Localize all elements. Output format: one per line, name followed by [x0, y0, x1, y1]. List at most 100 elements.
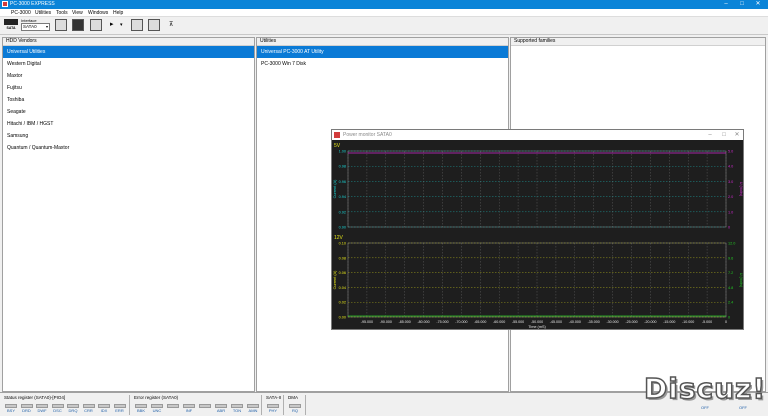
flag-label: ABR — [216, 408, 226, 413]
register-flag: RQ — [288, 404, 302, 414]
menu-tools[interactable]: Tools — [56, 10, 68, 16]
flag-label: INF — [185, 408, 193, 413]
y-tick-label: 0.04 — [339, 286, 346, 290]
x-tick-label: -25.000 — [625, 320, 637, 324]
vendor-item[interactable]: Seagate — [3, 106, 254, 118]
x-tick-label: -80.000 — [417, 320, 429, 324]
register-flag: INF — [182, 404, 196, 414]
x-tick-label: -30.000 — [606, 320, 618, 324]
power-12v-status: OFF — [736, 405, 750, 415]
menu-pc3000[interactable]: PC-3000 — [11, 10, 31, 16]
flag-label: DRD — [22, 408, 31, 413]
register-flag — [166, 404, 180, 408]
menu-bar: PC-3000 Utilities Tools View Windows Hel… — [0, 9, 768, 17]
flag-label: DRQ — [68, 408, 78, 413]
vendor-item[interactable]: Western Digital — [3, 58, 254, 70]
vendor-item[interactable]: Universal Utilities — [3, 46, 254, 58]
minimize-button[interactable]: – — [720, 0, 732, 9]
drive-icon[interactable] — [72, 19, 84, 31]
utilities-header: Utilities — [257, 38, 508, 46]
register-flag: DWF — [35, 404, 49, 414]
minimize-button[interactable]: – — [704, 131, 716, 139]
register-flag: DRD — [20, 404, 34, 414]
window-title: PC-3000 EXPRESS — [10, 1, 55, 7]
play-icon[interactable]: ▸ — [110, 21, 114, 29]
y2-tick-label: 2.0 — [728, 195, 733, 199]
flag-label: DSC — [53, 408, 62, 413]
interface-selector: Interface SATA0 ▾ — [21, 18, 51, 33]
x-tick-label: -15.000 — [663, 320, 675, 324]
menu-help[interactable]: Help — [113, 10, 123, 16]
power-monitor-title: Power monitor SATA0 — [343, 132, 392, 138]
close-button[interactable]: ✕ — [752, 0, 764, 9]
power-12v-value: OFF — [739, 405, 747, 410]
menu-utilities[interactable]: Utilities — [35, 10, 51, 16]
y2-axis-label: U (Volts) — [739, 182, 743, 197]
title-bar: PC-3000 EXPRESS – □ ✕ — [0, 0, 768, 9]
vendor-item[interactable]: Toshiba — [3, 94, 254, 106]
register-flag: PHY — [266, 404, 280, 414]
y2-tick-label: 0 — [728, 316, 730, 320]
power-5v-value: OFF — [701, 405, 709, 410]
menu-windows[interactable]: Windows — [88, 10, 108, 16]
flag-label: AMN — [248, 408, 258, 413]
y-tick-label: 0.08 — [339, 256, 346, 260]
y2-tick-label: 7.2 — [728, 271, 733, 275]
register-flag — [198, 404, 212, 408]
y-tick-label: 0.00 — [339, 316, 346, 320]
vendors-pane: HDD Vendors Universal Utilities Western … — [2, 37, 255, 392]
y-tick-label: 1.00 — [339, 150, 346, 154]
network-icon[interactable] — [55, 19, 67, 31]
dropdown-arrow-icon[interactable]: ▾ — [120, 21, 123, 29]
status-register-title: Status register (SATA0)-[PIO4] — [4, 395, 66, 400]
maximize-button[interactable]: □ — [718, 131, 730, 139]
register-flag: BBK — [134, 404, 148, 414]
families-header: Supported families — [511, 38, 765, 46]
y-axis-label: Current (A) — [333, 179, 337, 199]
error-register-group: Error register (SATA0) BBK UNC INF ABR TON AM… — [132, 395, 262, 415]
collapse-icon[interactable]: ⊼ — [169, 21, 173, 29]
sata-port-button[interactable]: SATA — [3, 19, 19, 32]
close-button[interactable]: ✕ — [731, 131, 743, 139]
vendor-item[interactable]: Samsung — [3, 130, 254, 142]
vendor-item[interactable]: Hitachi / IBM / HGST — [3, 118, 254, 130]
register-flag: AMN — [246, 404, 260, 414]
register-flag: ERR — [113, 404, 127, 414]
utility-item[interactable]: Universal PC-3000 AT Utility — [257, 46, 508, 58]
register-flag: UNC — [150, 404, 164, 414]
y2-tick-label: 3.0 — [728, 180, 733, 184]
vendor-item[interactable]: Maxtor — [3, 70, 254, 82]
interface-value: SATA0 — [23, 24, 37, 29]
menu-view[interactable]: View — [72, 10, 83, 16]
flag-label: IDX — [100, 408, 108, 413]
sata-port-label: SATA — [6, 26, 16, 30]
app-window: PC-3000 EXPRESS – □ ✕ PC-3000 Utilities … — [0, 0, 768, 416]
flag-label: UNC — [152, 408, 162, 413]
vendor-item[interactable]: Fujitsu — [3, 82, 254, 94]
power-monitor-titlebar: Power monitor SATA0 – □ ✕ — [332, 130, 743, 140]
x-tick-label: -60.000 — [493, 320, 505, 324]
maximize-button[interactable]: □ — [736, 0, 748, 9]
interface-dropdown[interactable]: SATA0 ▾ — [21, 23, 50, 31]
utility-item[interactable]: PC-3000 Win 7 Disk — [257, 58, 508, 70]
x-tick-label: -75.000 — [436, 320, 448, 324]
x-tick-label: -35.000 — [588, 320, 600, 324]
register-flag: DRQ — [66, 404, 80, 414]
chart-title: 5V — [334, 143, 341, 149]
y-axis-label: Current (A) — [333, 270, 337, 290]
x-tick-label: -70.000 — [455, 320, 467, 324]
x-axis-label: Time (mS) — [528, 325, 546, 329]
window-layout-icon[interactable] — [131, 19, 143, 31]
tile-windows-icon[interactable] — [148, 19, 160, 31]
x-tick-label: -45.000 — [550, 320, 562, 324]
sata-status-title: SATA-II — [266, 395, 282, 400]
sata-data-icon[interactable] — [90, 19, 102, 31]
vendors-header: HDD Vendors — [3, 38, 254, 46]
x-tick-label: -55.000 — [512, 320, 524, 324]
chevron-down-icon: ▾ — [45, 24, 48, 29]
chart-title: 12V — [334, 235, 344, 241]
flag-label: DWF — [37, 408, 47, 413]
watermark-logo: Discuz! — [643, 371, 767, 406]
register-flag: ABR — [214, 404, 228, 414]
vendor-item[interactable]: Quantum / Quantum-Maxtor — [3, 142, 254, 154]
